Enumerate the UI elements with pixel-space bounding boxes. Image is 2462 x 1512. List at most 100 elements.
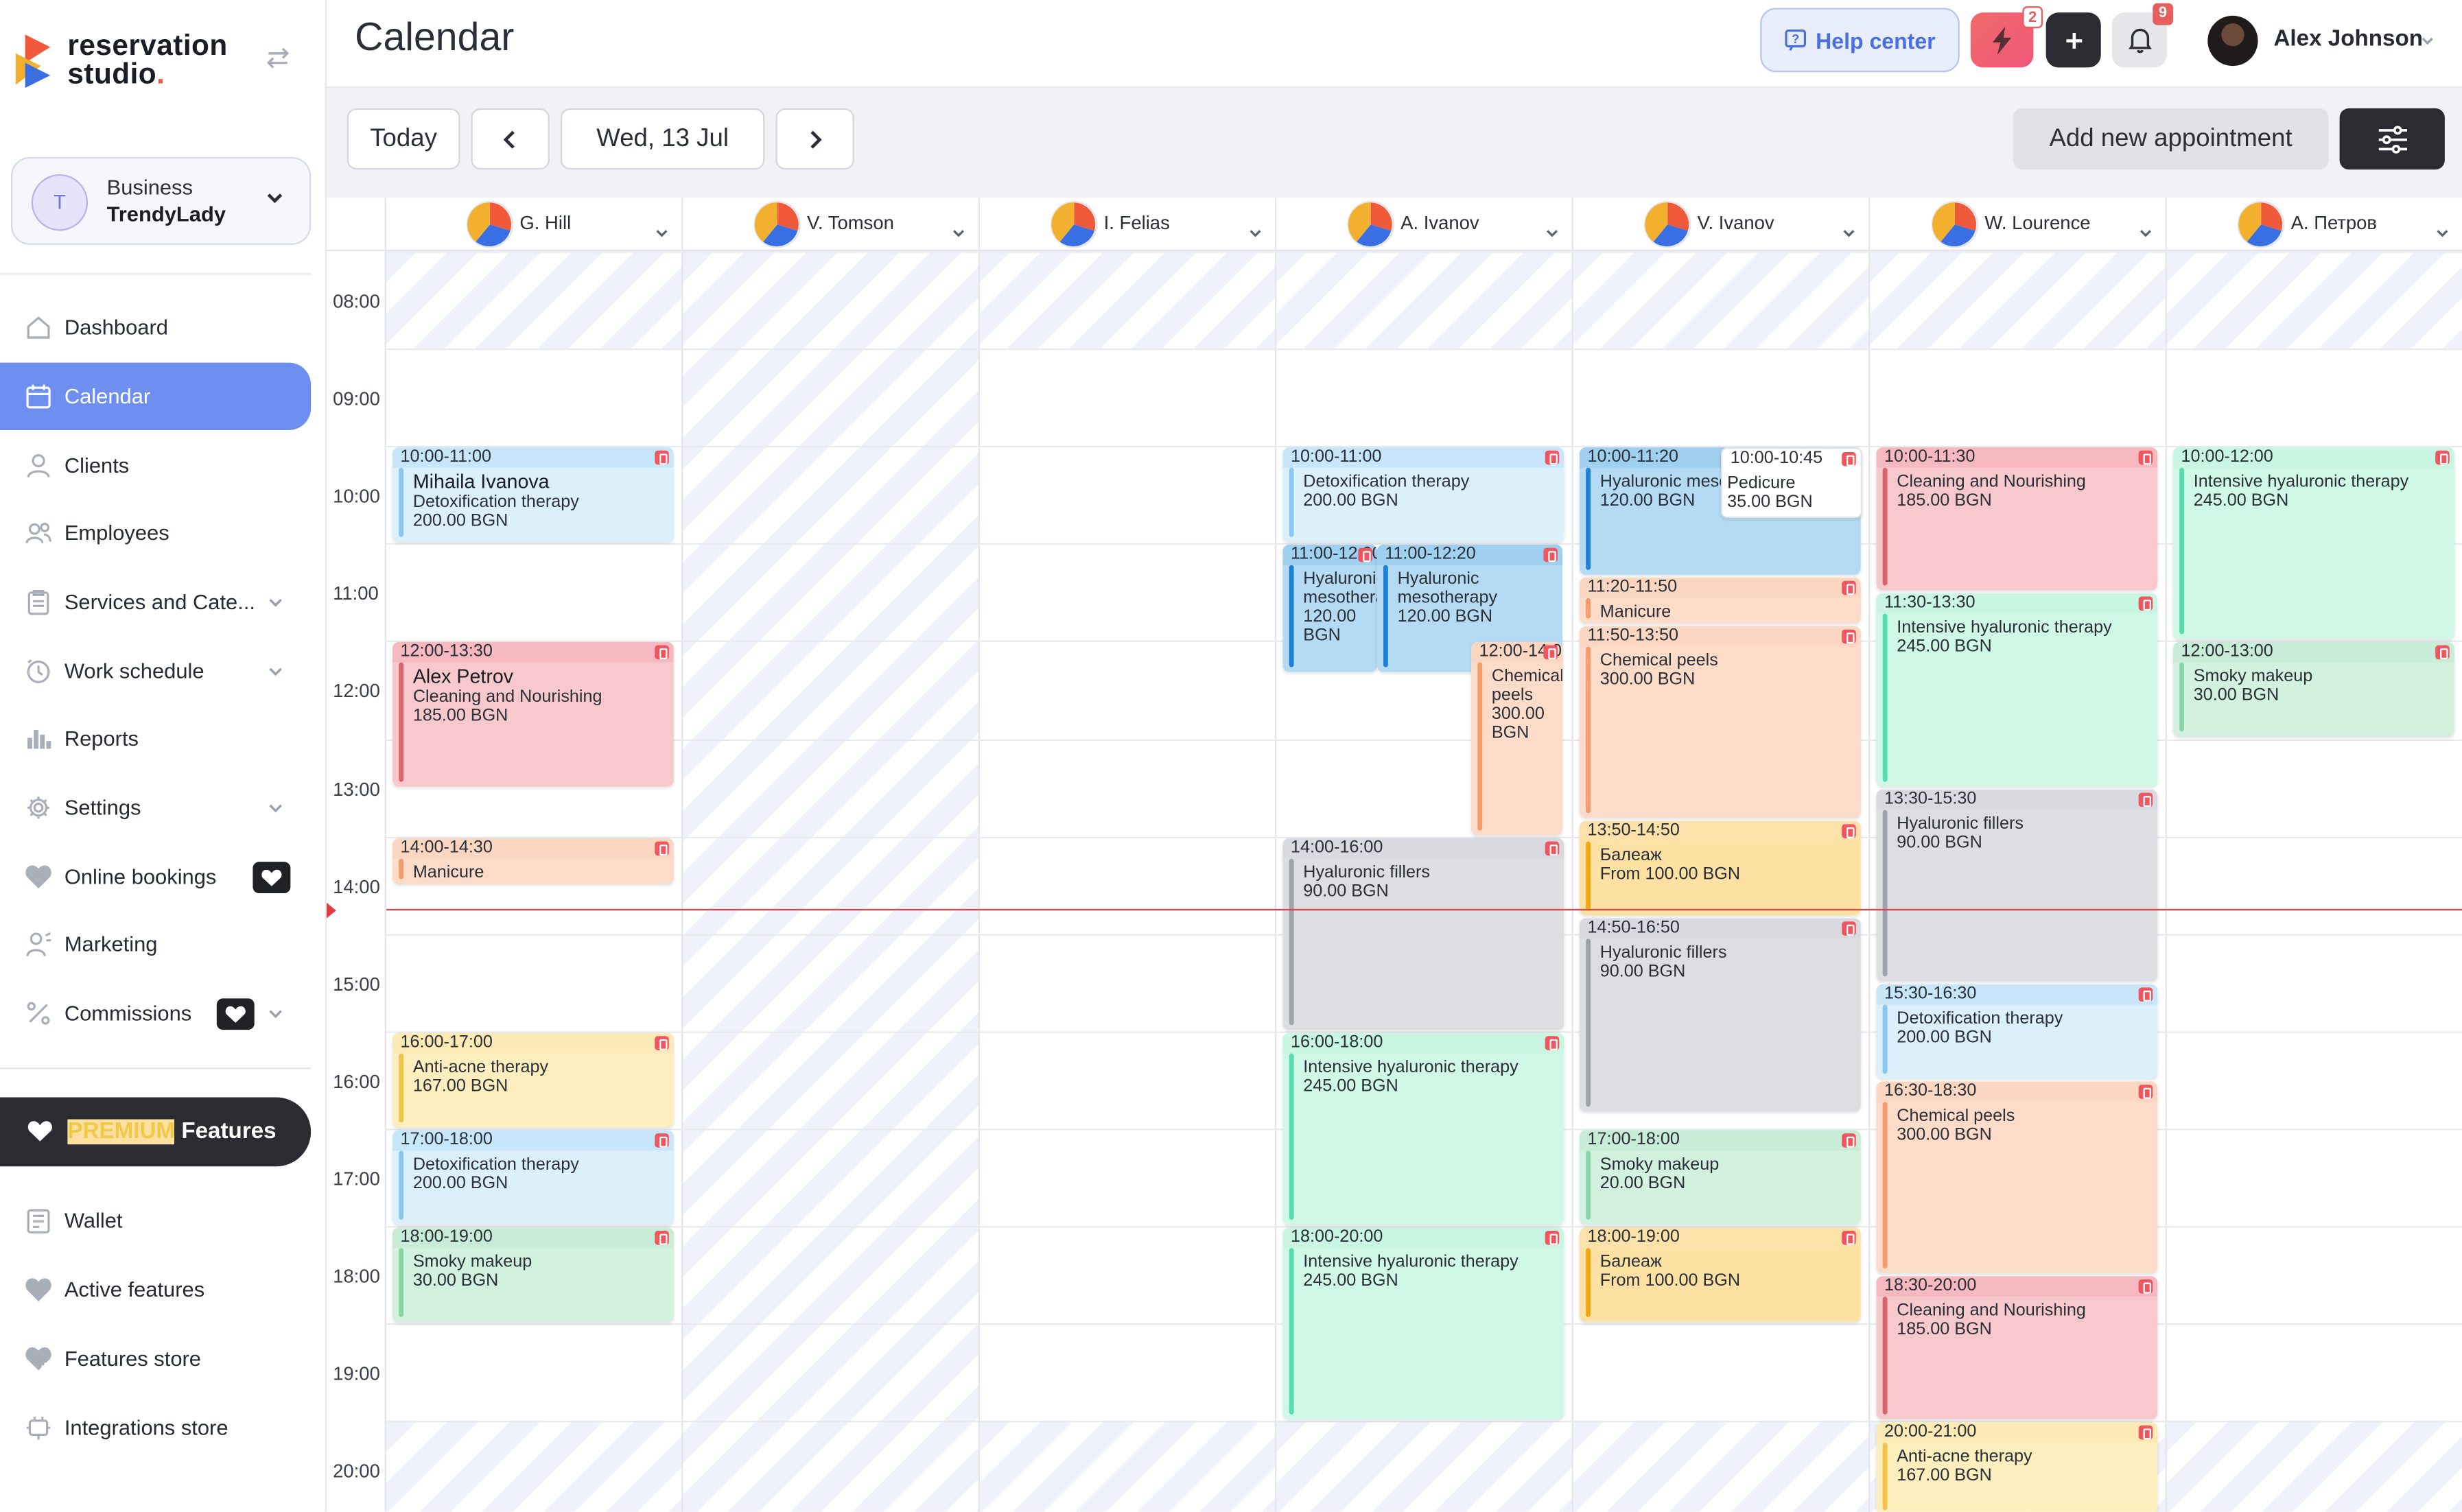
payment-tag-icon (2138, 987, 2153, 1002)
sidebar-item-reports[interactable]: Reports (0, 705, 311, 772)
chevron-down-icon[interactable] (655, 226, 669, 241)
employee-column[interactable]: V. Tomson (683, 198, 980, 1512)
previous-day-button[interactable] (471, 108, 550, 170)
appointment-service: Detoxification therapy (1303, 473, 1470, 492)
sidebar-item-employees[interactable]: Employees (0, 499, 311, 567)
employee-header[interactable]: A. Петров (2166, 198, 2462, 252)
appointment-price: 200.00 BGN (412, 1174, 508, 1193)
appointment-card[interactable]: 14:00-16:00 Hyaluronic fillers 90.00 BGN (1282, 838, 1564, 1030)
sidebar-item-clients[interactable]: Clients (0, 432, 311, 499)
appointment-service: Detoxification therapy (412, 1155, 579, 1174)
employee-header[interactable]: W. Lourence (1870, 198, 2166, 252)
heart-icon (261, 869, 282, 886)
appointment-price: From 100.00 BGN (1599, 1271, 1741, 1290)
employee-name: W. Lourence (1984, 211, 2091, 234)
sidebar-item-dashboard[interactable]: Dashboard (0, 294, 311, 361)
reservation-studio-logo[interactable] (10, 32, 63, 91)
appointment-card[interactable]: 13:50-14:50 Балеаж From 100.00 BGN (1580, 821, 1861, 916)
lightning-icon (1992, 25, 2012, 54)
appointment-card[interactable]: 10:00-11:00 Mihaila Ivanova Detoxification… (392, 447, 674, 543)
appointment-details: Smoky makeup 30.00 BGN (2194, 668, 2448, 705)
user-name[interactable]: Alex Johnson (2273, 27, 2423, 52)
appointment-card[interactable]: 10:00-11:00 Detoxification therapy 200.00 … (1282, 447, 1564, 543)
chevron-down-icon[interactable] (2139, 226, 2153, 241)
chevron-down-icon[interactable] (2419, 33, 2435, 49)
collapse-sidebar-icon[interactable] (263, 44, 292, 72)
appointment-service: Smoky makeup (1599, 1155, 1720, 1174)
appointment-color-bar (399, 858, 404, 879)
today-button[interactable]: Today (347, 108, 460, 170)
filters-button[interactable] (2339, 108, 2445, 170)
appointment-details: Chemical peels 300.00 BGN (1897, 1107, 2151, 1144)
employee-column[interactable]: I. Felias (979, 198, 1277, 1512)
business-switcher[interactable]: T Business TrendyLady (11, 156, 312, 245)
sidebar-item-services-and-cate[interactable]: Services and Cate... (0, 568, 311, 635)
premium-features-button[interactable]: PREMIUM Features (0, 1097, 312, 1167)
sidebar-item-work-schedule[interactable]: Work schedule (0, 637, 311, 705)
sidebar-item-integrations-store[interactable]: Integrations store (0, 1394, 311, 1461)
add-appointment-button[interactable]: Add new appointment (2013, 108, 2329, 170)
appointment-details: Intensive hyaluronic therapy 245.00 BGN (1897, 619, 2151, 657)
employee-header[interactable]: A. Ivanov (1276, 198, 1572, 252)
sidebar-item-marketing[interactable]: Marketing (0, 910, 311, 978)
appointment-card[interactable]: 16:00-18:00 Intensive hyaluronic therapy 2… (1282, 1032, 1564, 1225)
sidebar-item-features-store[interactable]: Features store (0, 1325, 311, 1392)
appointment-card[interactable]: 11:20-11:50 Manicure (1580, 578, 1861, 624)
chevron-down-icon[interactable] (2435, 226, 2450, 241)
appointment-card[interactable]: 17:00-18:00 Smoky makeup 20.00 BGN (1580, 1130, 1861, 1225)
sidebar-item-settings[interactable]: Settings (0, 774, 311, 841)
appointment-color-bar (399, 1248, 404, 1318)
appointment-card[interactable]: 16:00-17:00 Anti-acne therapy 167.00 BGN (392, 1032, 674, 1127)
appointment-price: 20.00 BGN (1599, 1174, 1686, 1193)
appointment-card[interactable]: 17:00-18:00 Detoxification therapy 200.00 … (392, 1130, 674, 1225)
appointment-color-bar (1882, 614, 1888, 781)
chevron-down-icon[interactable] (1248, 226, 1263, 241)
employee-header[interactable]: V. Ivanov (1573, 198, 1869, 252)
appointment-card[interactable]: 10:00-10:45 Pedicure 35.00 BGN (1720, 447, 1862, 518)
appointment-color-bar (1586, 646, 1591, 814)
employee-header[interactable]: I. Felias (979, 198, 1276, 252)
appointment-card[interactable]: 18:00-20:00 Intensive hyaluronic therapy 2… (1282, 1227, 1564, 1420)
next-day-button[interactable] (775, 108, 854, 170)
appointment-client: Mihaila Ivanova (412, 471, 550, 493)
avatar[interactable] (2207, 15, 2258, 67)
appointment-card[interactable]: 10:00-12:00 Intensive hyaluronic therapy 2… (2173, 447, 2454, 640)
appointment-service: Балеаж (1599, 1253, 1662, 1272)
appointment-card[interactable]: 11:30-13:30 Intensive hyaluronic therapy 2… (1876, 593, 2158, 786)
sidebar-item-commissions[interactable]: Commissions (0, 980, 311, 1047)
appointment-card[interactable]: 20:00-21:00 Anti-acne therapy 167.00 BGN (1876, 1422, 2158, 1512)
appointment-card[interactable]: 18:00-19:00 Smoky makeup 30.00 BGN (392, 1227, 674, 1322)
chevron-down-icon[interactable] (952, 226, 966, 241)
appointment-card[interactable]: 14:50-16:50 Hyaluronic fillers 90.00 BGN (1580, 919, 1861, 1111)
appointment-card[interactable]: 16:30-18:30 Chemical peels 300.00 BGN (1876, 1081, 2158, 1273)
employee-header[interactable]: V. Tomson (683, 198, 978, 252)
appointment-card[interactable]: 12:00-13:30 Alex Petrov Cleaning and Nouri… (392, 642, 674, 786)
sidebar-item-online-bookings[interactable]: Online bookings (0, 843, 311, 910)
chevron-down-icon[interactable] (1842, 226, 1856, 241)
appointment-card[interactable]: 14:00-14:30 Manicure (392, 838, 674, 884)
sidebar-item-calendar[interactable]: Calendar (0, 362, 312, 430)
add-button[interactable] (2045, 12, 2101, 68)
sidebar-item-wallet[interactable]: Wallet (0, 1187, 311, 1254)
appointment-price: 120.00 BGN (1303, 608, 1357, 646)
sidebar-item-label: Services and Cate... (64, 590, 255, 614)
appointment-card[interactable]: 18:30-20:00 Cleaning and Nourishing 185.00… (1876, 1276, 2158, 1420)
chevron-down-icon (269, 668, 282, 676)
employee-column[interactable]: A. Петров (2166, 198, 2462, 1512)
appointment-card[interactable]: 13:30-15:30 Hyaluronic fillers 90.00 BGN (1876, 788, 2158, 981)
employee-header[interactable]: G. Hill (386, 198, 682, 252)
date-picker[interactable]: Wed, 13 Jul (560, 108, 765, 170)
chevron-down-icon[interactable] (1545, 226, 1560, 241)
appointment-card[interactable]: 12:00-14:00 Chemical peels 300.00 BGN (1471, 642, 1562, 835)
appointment-card[interactable]: 11:00-12:20Hyaluronic mesotherapy120.00 … (1282, 545, 1377, 672)
time-header (326, 198, 386, 252)
appointment-card[interactable]: 15:30-16:30 Detoxification therapy 200.00 … (1876, 984, 2158, 1078)
unavailable-slot (979, 1421, 1276, 1512)
appointment-card[interactable]: 10:00-11:30 Cleaning and Nourishing 185.00… (1876, 447, 2158, 591)
help-center-button[interactable]: ? Help center (1760, 8, 1960, 73)
appointment-card[interactable]: 12:00-13:00 Smoky makeup 30.00 BGN (2173, 642, 2454, 737)
appointment-card[interactable]: 11:50-13:50 Chemical peels 300.00 BGN (1580, 626, 1861, 818)
plus-icon (2065, 32, 2082, 48)
sidebar-item-active-features[interactable]: Active features (0, 1256, 311, 1323)
appointment-card[interactable]: 18:00-19:00 Балеаж From 100.00 BGN (1580, 1227, 1861, 1322)
